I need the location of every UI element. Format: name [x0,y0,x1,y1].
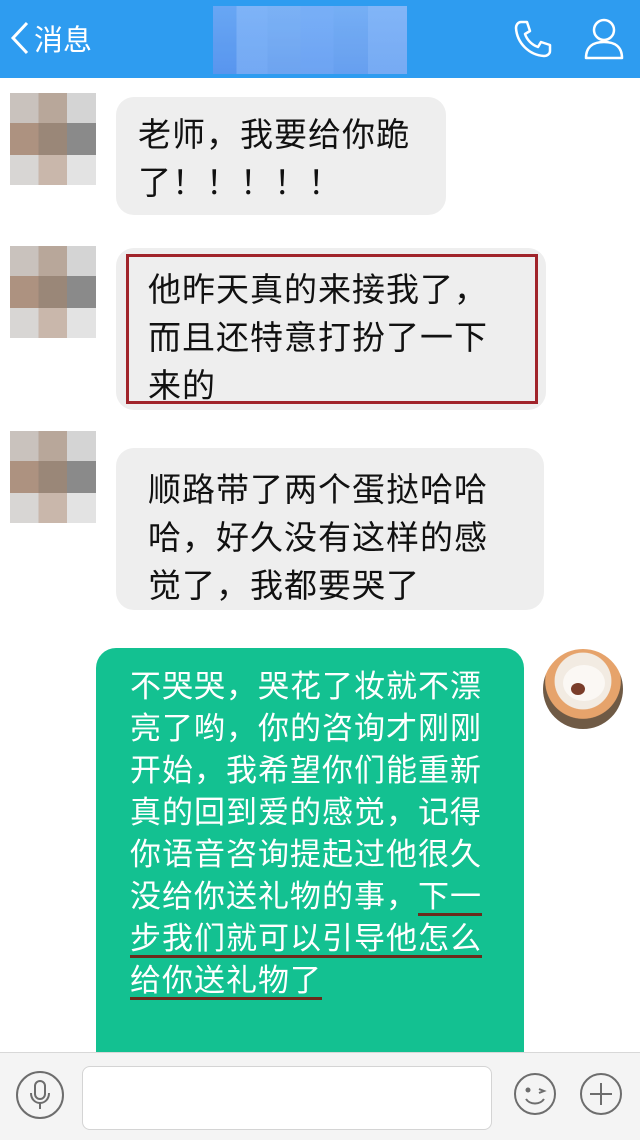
message-text: 他昨天真的来接我了， 而且还特意打扮了一下 来的 [148,270,488,405]
back-label: 消息 [34,23,93,57]
user-icon[interactable] [582,16,626,60]
contact-avatar[interactable] [10,246,96,338]
voice-button[interactable] [16,1071,64,1119]
top-bar: 消息 [0,0,640,78]
message-text: 老师，我要给你跪 了！！！！！ [138,115,410,202]
contact-avatar[interactable] [10,93,96,185]
contact-avatar[interactable] [10,431,96,523]
my-avatar[interactable] [543,649,623,729]
smiley-icon[interactable] [512,1071,558,1117]
message-bubble-highlighted: 他昨天真的来接我了， 而且还特意打扮了一下 来的 [116,248,546,410]
contact-name-blurred [213,6,407,74]
reply-bubble: 不哭哭，哭花了妆就不漂亮了哟，你的咨询才刚刚开始，我希望你们能重新真的回到爱的感… [96,648,524,1078]
reply-text: 不哭哭，哭花了妆就不漂亮了哟，你的咨询才刚刚开始，我希望你们能重新真的回到爱的感… [130,666,510,1002]
message-input[interactable] [82,1066,492,1130]
back-button[interactable]: 消息 [10,16,92,60]
message-bubble: 顺路带了两个蛋挞哈哈 哈，好久没有这样的感 觉了，我都要哭了 [116,448,544,610]
chevron-left-icon [10,21,29,55]
input-bar [0,1052,640,1140]
message-bubble: 老师，我要给你跪 了！！！！！ [116,97,446,215]
mic-icon [30,1080,50,1109]
plus-icon[interactable] [578,1071,624,1117]
message-text: 顺路带了两个蛋挞哈哈 哈，好久没有这样的感 觉了，我都要哭了 [148,470,488,605]
phone-icon[interactable] [512,18,554,60]
